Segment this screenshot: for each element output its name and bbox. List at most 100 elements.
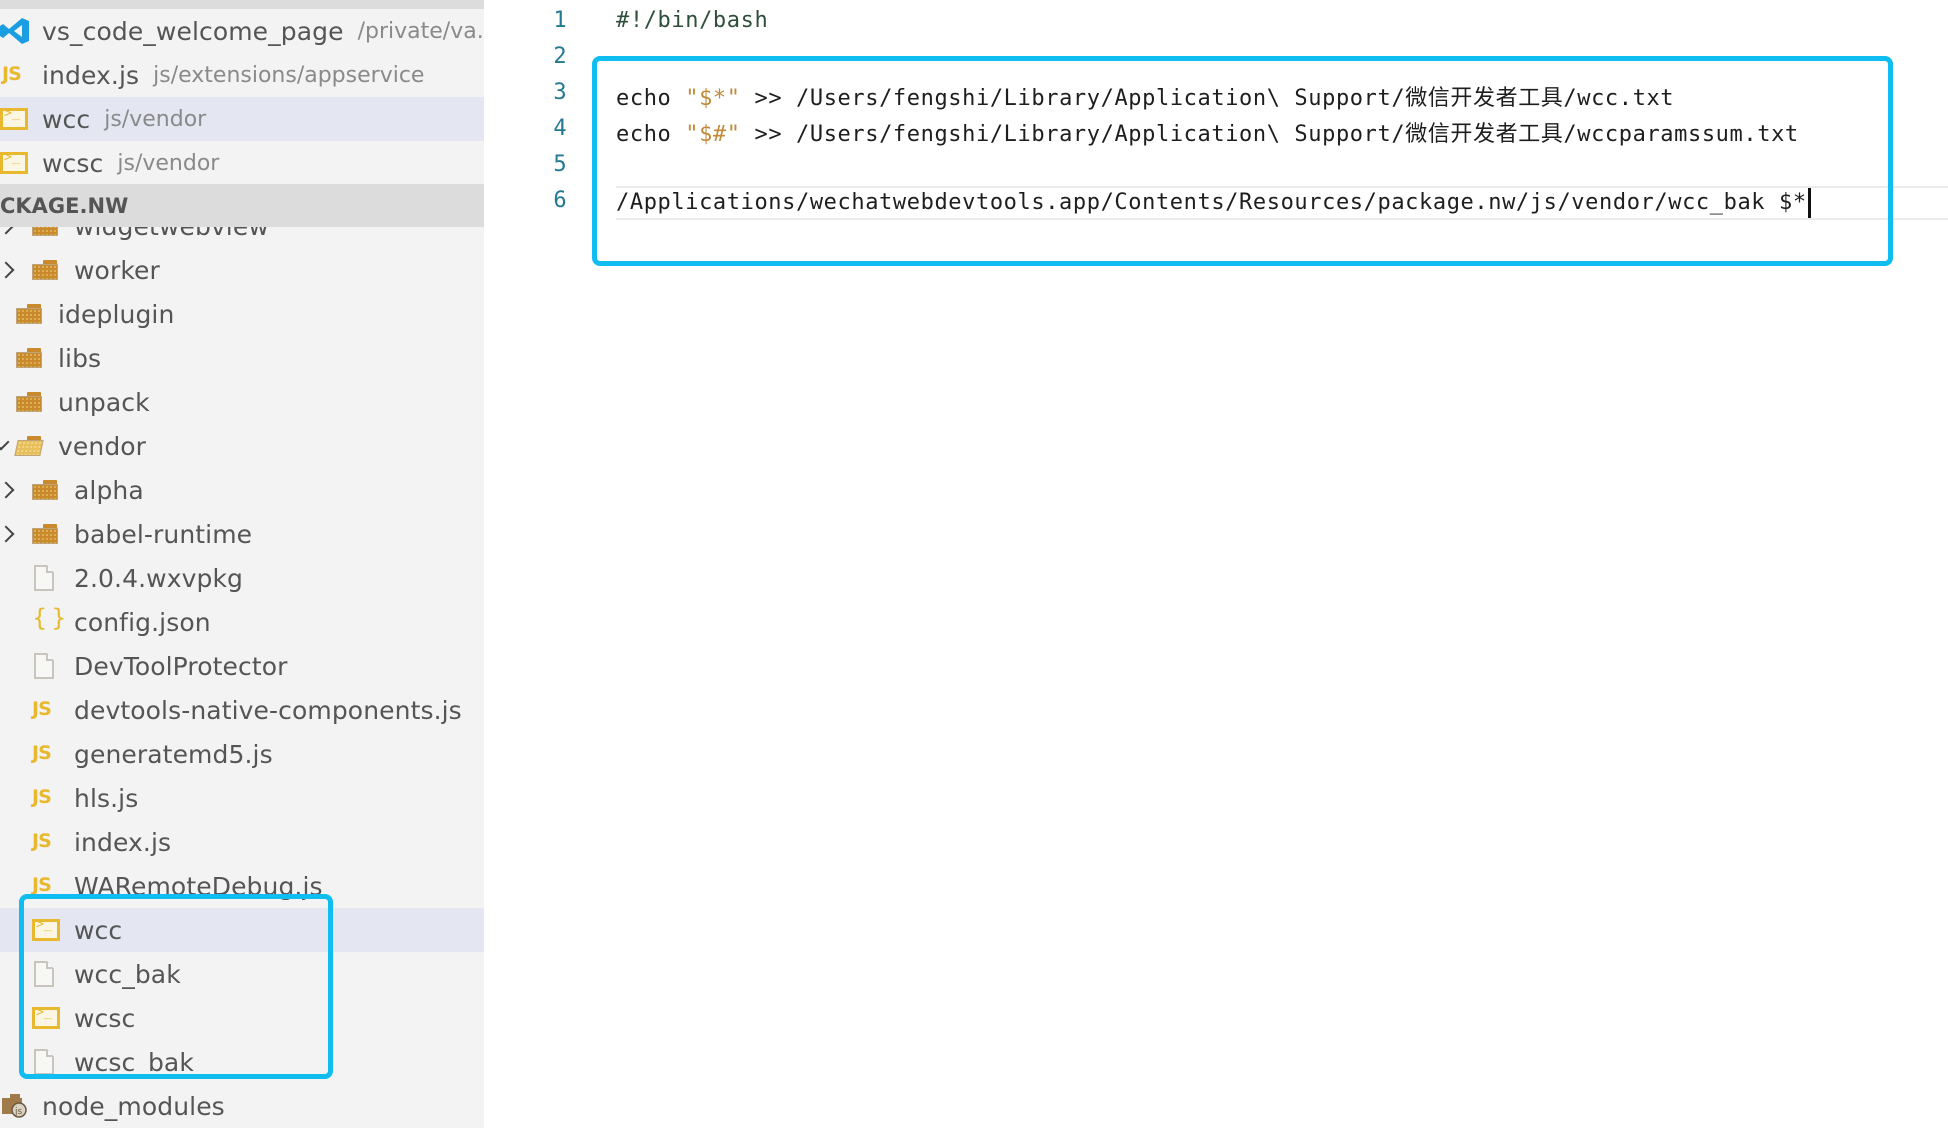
tree-item[interactable]: libs bbox=[0, 336, 484, 380]
code-line[interactable]: echo "$#" >> /Users/fengshi/Library/Appl… bbox=[616, 116, 1799, 148]
terminal-icon bbox=[0, 106, 28, 130]
tree-item-label: devtools-native-components.js bbox=[74, 695, 462, 725]
terminal-icon bbox=[32, 1005, 60, 1029]
open-editor-name: wcc bbox=[42, 104, 91, 134]
tree-item-label: WARemoteDebug.js bbox=[74, 871, 323, 901]
tree-item[interactable]: alpha bbox=[0, 468, 484, 512]
code-token: echo bbox=[616, 86, 686, 111]
line-number: 6 bbox=[553, 188, 567, 213]
tree-item[interactable]: JS generatemd5.js bbox=[0, 732, 484, 776]
open-editor-name: vs_code_welcome_page bbox=[42, 16, 344, 46]
chevron-down-icon[interactable] bbox=[0, 433, 10, 451]
tree-item[interactable]: wcsc_bak bbox=[0, 1040, 484, 1084]
shebang-token: #!/bin/bash bbox=[616, 8, 769, 33]
code-editor[interactable]: 1 #!/bin/bash 2 3 echo "$*" >> /Users/fengsh… bbox=[484, 0, 1948, 1128]
js-icon: JS bbox=[32, 786, 52, 808]
explorer-section-header[interactable]: CKAGE.NW bbox=[0, 184, 484, 227]
tree-item-label: wcsc_bak bbox=[74, 1047, 194, 1077]
tree-item[interactable]: wcc_bak bbox=[0, 952, 484, 996]
file-icon bbox=[34, 1049, 54, 1075]
js-icon: JS bbox=[32, 830, 52, 852]
tree-item[interactable]: worker bbox=[0, 248, 484, 292]
tree-item[interactable]: babel-runtime bbox=[0, 512, 484, 556]
tree-item[interactable]: ideplugin bbox=[0, 292, 484, 336]
code-token: >> /Users/fengshi/Library/Application\ S… bbox=[740, 122, 1799, 147]
svg-text:js: js bbox=[14, 1107, 23, 1117]
folder-icon bbox=[16, 304, 42, 324]
folder-icon bbox=[32, 480, 58, 500]
terminal-icon bbox=[0, 150, 28, 174]
tree-item-label: node_modules bbox=[42, 1091, 225, 1121]
code-token: echo bbox=[616, 122, 686, 147]
explorer-sidebar: vs_code_welcome_page /private/va... JS i… bbox=[0, 0, 484, 1128]
tree-item[interactable]: DevToolProtector bbox=[0, 644, 484, 688]
tree-item-label: wcsc bbox=[74, 1003, 136, 1033]
tree-item-label: wcc_bak bbox=[74, 959, 181, 989]
line-number: 3 bbox=[553, 80, 567, 105]
node-modules-icon: js bbox=[2, 1094, 27, 1118]
tree-item[interactable]: js node_modules bbox=[0, 1084, 484, 1128]
terminal-icon bbox=[32, 917, 60, 941]
tree-item[interactable]: wcsc bbox=[0, 996, 484, 1040]
line-number: 5 bbox=[553, 152, 567, 177]
vscode-icon bbox=[0, 18, 29, 44]
code-token: >> /Users/fengshi/Library/Application\ S… bbox=[740, 86, 1675, 111]
code-line[interactable]: /Applications/wechatwebdevtools.app/Cont… bbox=[616, 188, 1811, 218]
tree-item-label: hls.js bbox=[74, 783, 139, 813]
tree-item-label: vendor bbox=[58, 431, 147, 461]
open-editor-name: index.js bbox=[42, 60, 140, 90]
js-icon: JS bbox=[2, 63, 22, 85]
tree-item[interactable]: unpack bbox=[0, 380, 484, 424]
js-icon: JS bbox=[32, 698, 52, 720]
file-icon bbox=[34, 653, 54, 679]
chevron-right-icon[interactable] bbox=[0, 481, 15, 499]
open-editor-item[interactable]: vs_code_welcome_page /private/va... bbox=[0, 9, 484, 53]
folder-icon bbox=[32, 260, 58, 280]
js-icon: JS bbox=[32, 874, 52, 896]
tree-item-label: ideplugin bbox=[58, 299, 175, 329]
open-editor-path: js/extensions/appservice bbox=[153, 62, 425, 88]
line-number: 2 bbox=[553, 44, 567, 69]
tree-item-label: babel-runtime bbox=[74, 519, 253, 549]
open-editor-item[interactable]: JS index.js js/extensions/appservice bbox=[0, 53, 484, 97]
tree-item-label: generatemd5.js bbox=[74, 739, 273, 769]
open-editor-item[interactable]: wcsc js/vendor bbox=[0, 141, 484, 185]
open-editor-path: js/vendor bbox=[117, 150, 220, 176]
text-cursor bbox=[1807, 188, 1811, 218]
tree-item-label: libs bbox=[58, 343, 102, 373]
open-editor-item[interactable]: wcc js/vendor bbox=[0, 97, 484, 141]
folder-icon bbox=[16, 348, 42, 368]
folder-open-icon bbox=[14, 436, 44, 456]
tree-item[interactable]: {} config.json bbox=[0, 600, 484, 644]
folder-icon bbox=[32, 524, 58, 544]
code-line[interactable]: echo "$*" >> /Users/fengshi/Library/Appl… bbox=[616, 80, 1674, 112]
tree-item-label: worker bbox=[74, 255, 160, 285]
file-tree: widgetwebviewworkeridepluginlibsunpackve… bbox=[0, 212, 484, 1128]
tree-item-label: config.json bbox=[74, 607, 211, 637]
tree-item[interactable]: vendor bbox=[0, 424, 484, 468]
tree-item-label: alpha bbox=[74, 475, 144, 505]
tree-item-label: index.js bbox=[74, 827, 172, 857]
tree-item-label: DevToolProtector bbox=[74, 651, 288, 681]
section-title: CKAGE.NW bbox=[0, 193, 129, 218]
tree-item[interactable]: wcc bbox=[0, 908, 484, 952]
json-icon: {} bbox=[32, 604, 71, 632]
folder-icon bbox=[16, 392, 42, 412]
tree-item[interactable]: 2.0.4.wxvpkg bbox=[0, 556, 484, 600]
tree-item-label: wcc bbox=[74, 915, 123, 945]
string-token: "$#" bbox=[685, 122, 741, 147]
code-token: /Applications/wechatwebdevtools.app/Cont… bbox=[616, 190, 1807, 215]
code-line[interactable]: #!/bin/bash bbox=[616, 8, 768, 33]
string-token: "$*" bbox=[685, 86, 741, 111]
tree-item[interactable]: JS WARemoteDebug.js bbox=[0, 864, 484, 908]
chevron-right-icon[interactable] bbox=[0, 261, 15, 279]
chevron-right-icon[interactable] bbox=[0, 525, 15, 543]
file-icon bbox=[34, 565, 54, 591]
line-number: 4 bbox=[553, 116, 567, 141]
file-icon bbox=[34, 961, 54, 987]
tree-item-label: 2.0.4.wxvpkg bbox=[74, 563, 244, 593]
open-editor-path: /private/va... bbox=[357, 18, 484, 44]
tree-item[interactable]: JS devtools-native-components.js bbox=[0, 688, 484, 732]
tree-item[interactable]: JS index.js bbox=[0, 820, 484, 864]
tree-item[interactable]: JS hls.js bbox=[0, 776, 484, 820]
